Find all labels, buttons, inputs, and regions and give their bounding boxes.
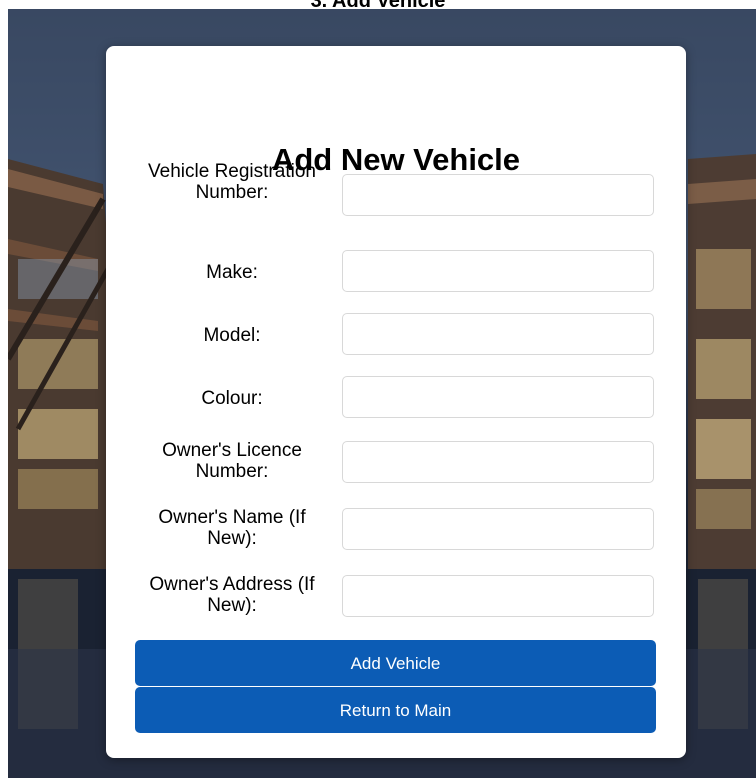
owner-address-label: Owner's Address (If New): bbox=[149, 574, 315, 616]
model-label: Model: bbox=[203, 325, 261, 346]
owner-address-input[interactable] bbox=[342, 575, 654, 617]
owner-name-input[interactable] bbox=[342, 508, 654, 550]
make-input[interactable] bbox=[342, 250, 654, 292]
add-vehicle-button[interactable]: Add Vehicle bbox=[135, 640, 656, 686]
owner-licence-label: Owner's Licence Number: bbox=[162, 440, 302, 482]
model-input[interactable] bbox=[342, 313, 654, 355]
colour-input[interactable] bbox=[342, 376, 654, 418]
registration-number-input[interactable] bbox=[342, 174, 654, 216]
make-label: Make: bbox=[206, 262, 258, 283]
return-to-main-button[interactable]: Return to Main bbox=[135, 687, 656, 733]
add-vehicle-card: Add New Vehicle Vehicle Registration Num… bbox=[106, 46, 686, 758]
colour-label: Colour: bbox=[201, 388, 263, 409]
owner-name-label: Owner's Name (If New): bbox=[158, 507, 306, 549]
registration-number-label: Vehicle Registration Number: bbox=[148, 161, 316, 203]
owner-licence-input[interactable] bbox=[342, 441, 654, 483]
